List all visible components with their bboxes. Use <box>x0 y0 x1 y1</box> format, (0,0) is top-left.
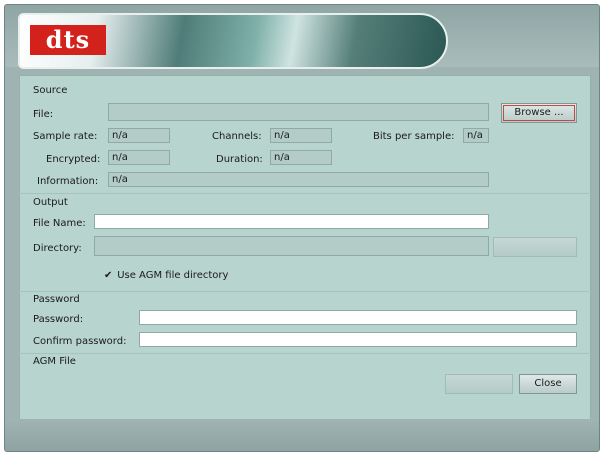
encrypted-value: n/a <box>108 150 170 165</box>
header-bar: dts <box>5 5 599 69</box>
file-label: File: <box>33 109 54 120</box>
channels-value: n/a <box>270 128 332 143</box>
confirm-password-input[interactable] <box>139 332 577 347</box>
duration-value: n/a <box>270 150 332 165</box>
file-name-label: File Name: <box>33 218 86 229</box>
directory-browse-button[interactable] <box>493 237 577 257</box>
directory-label: Directory: <box>33 243 82 254</box>
file-name-input[interactable] <box>94 214 489 229</box>
information-value: n/a <box>108 172 489 187</box>
browse-button[interactable]: Browse ... <box>501 103 577 123</box>
password-section-title: Password <box>33 294 80 305</box>
output-section-title: Output <box>33 197 68 208</box>
banner: dts <box>18 13 448 69</box>
information-label: Information: <box>37 176 99 187</box>
directory-field[interactable] <box>94 236 489 256</box>
close-button[interactable]: Close <box>519 374 577 394</box>
bits-per-sample-label: Bits per sample: <box>373 131 455 142</box>
use-agm-directory-checkbox[interactable]: ✔ Use AGM file directory <box>104 270 228 281</box>
dialog-window: dts Source File: Browse ... Sample rate:… <box>4 4 600 452</box>
checkmark-icon: ✔ <box>104 270 113 281</box>
encrypted-label: Encrypted: <box>46 154 101 165</box>
sample-rate-label: Sample rate: <box>33 131 98 142</box>
channels-label: Channels: <box>212 131 262 142</box>
duration-label: Duration: <box>216 154 263 165</box>
divider-agm <box>19 353 589 354</box>
divider-output <box>19 193 589 194</box>
convert-button[interactable] <box>445 374 513 394</box>
footer-bar <box>5 419 599 451</box>
confirm-password-label: Confirm password: <box>33 336 127 347</box>
password-input[interactable] <box>139 310 577 325</box>
source-section-title: Source <box>33 85 68 96</box>
use-agm-directory-label: Use AGM file directory <box>117 270 229 281</box>
divider-password <box>19 291 589 292</box>
file-field[interactable] <box>108 103 489 121</box>
dts-logo: dts <box>30 25 106 55</box>
bits-per-sample-value: n/a <box>463 128 489 143</box>
password-label: Password: <box>33 314 84 325</box>
sample-rate-value: n/a <box>108 128 170 143</box>
agm-file-section-title: AGM File <box>33 356 76 367</box>
